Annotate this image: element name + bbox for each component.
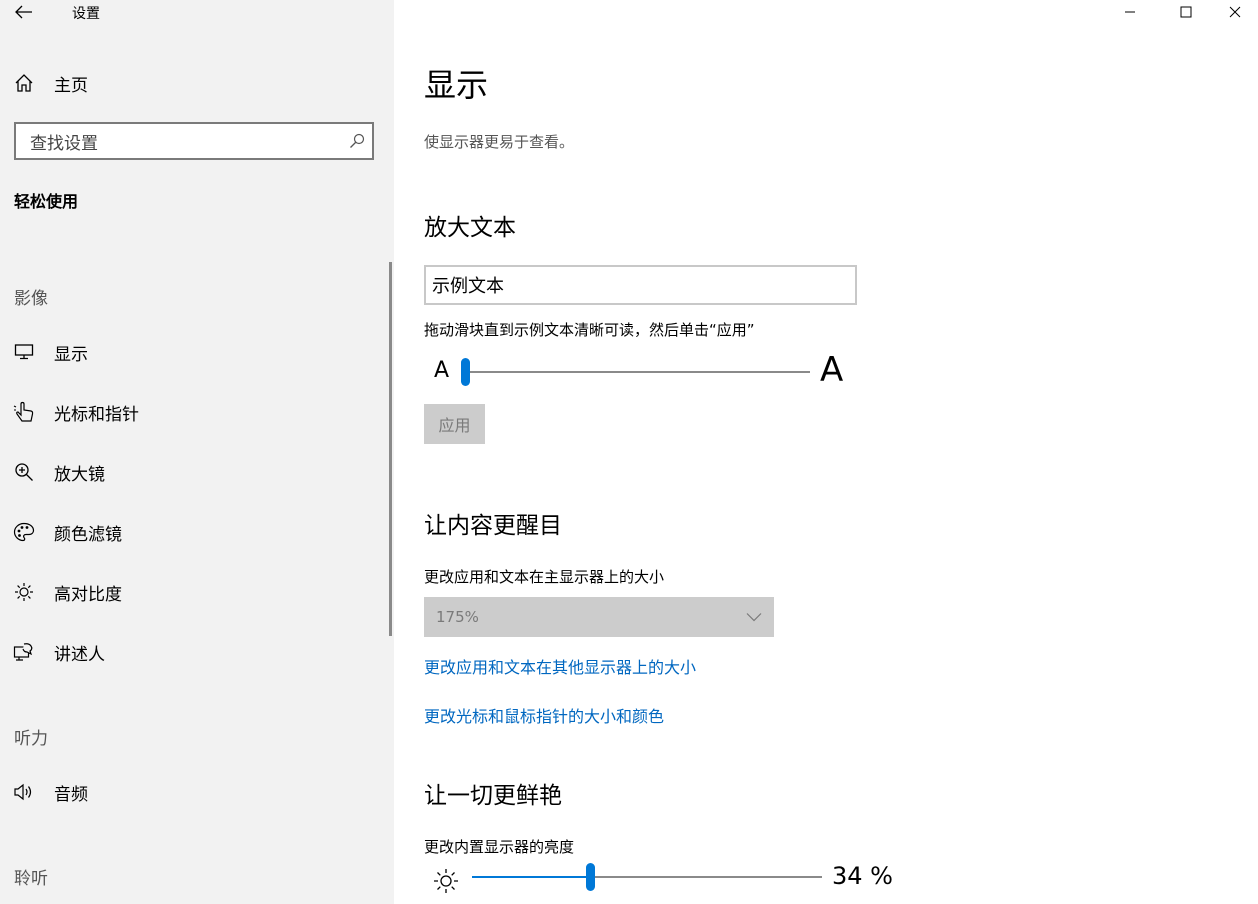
section-title-brighter: 让一切更鲜艳 bbox=[424, 783, 562, 809]
magnifier-icon bbox=[12, 460, 36, 484]
brightness-sun-icon bbox=[434, 869, 458, 893]
search-icon[interactable] bbox=[342, 126, 372, 156]
sun-icon bbox=[12, 580, 36, 604]
category-title: 轻松使用 bbox=[14, 192, 79, 211]
slider-max-label: A bbox=[820, 350, 844, 390]
text-size-slider-track[interactable] bbox=[464, 371, 810, 373]
brightness-slider-fill[interactable] bbox=[472, 876, 591, 878]
sidebar-item-label: 光标和指针 bbox=[54, 404, 139, 425]
back-arrow-icon bbox=[15, 5, 32, 19]
slider-min-label: A bbox=[434, 358, 450, 383]
sidebar-item-audio[interactable]: 音频 bbox=[12, 777, 382, 807]
sidebar-item-color-filters[interactable]: 颜色滤镜 bbox=[12, 517, 382, 547]
home-label: 主页 bbox=[54, 75, 88, 96]
brightness-value: 34 % bbox=[832, 862, 893, 890]
sidebar-item-high-contrast[interactable]: 高对比度 bbox=[12, 577, 382, 607]
sidebar-item-label: 显示 bbox=[54, 344, 88, 365]
sidebar: 设置 主页 查找设置 轻松使用 影像 显示 光标和指针 放大镜 颜色滤镜 高对比… bbox=[0, 0, 394, 904]
app-title: 设置 bbox=[72, 6, 100, 22]
sidebar-item-magnifier[interactable]: 放大镜 bbox=[12, 457, 382, 487]
group-heading-hearing: 听力 bbox=[14, 729, 48, 749]
home-icon bbox=[15, 74, 33, 92]
page-title: 显示 bbox=[424, 66, 489, 104]
link-cursor-size-color[interactable]: 更改光标和鼠标指针的大小和颜色 bbox=[424, 703, 664, 727]
speaker-icon bbox=[12, 780, 36, 804]
sidebar-item-display[interactable]: 显示 bbox=[12, 337, 382, 367]
scale-dropdown[interactable]: 175% bbox=[424, 597, 774, 637]
brightness-slider-track[interactable] bbox=[591, 876, 822, 878]
pointer-icon bbox=[12, 400, 36, 424]
maximize-button[interactable] bbox=[1163, 0, 1209, 24]
sidebar-item-label: 颜色滤镜 bbox=[54, 524, 122, 545]
page-subtitle: 使显示器更易于查看。 bbox=[424, 133, 575, 151]
group-heading-vision: 影像 bbox=[14, 289, 48, 309]
link-other-displays-size[interactable]: 更改应用和文本在其他显示器上的大小 bbox=[424, 654, 696, 678]
maximize-icon bbox=[1180, 6, 1192, 18]
sidebar-item-cursor[interactable]: 光标和指针 bbox=[12, 397, 382, 427]
section-title-bigger-everything: 让内容更醒目 bbox=[424, 513, 562, 539]
minimize-button[interactable] bbox=[1107, 0, 1153, 24]
sidebar-scrollbar[interactable] bbox=[389, 262, 392, 636]
section-title-bigger-text: 放大文本 bbox=[424, 215, 516, 241]
close-button[interactable] bbox=[1212, 0, 1258, 24]
palette-icon bbox=[12, 520, 36, 544]
sidebar-item-label: 高对比度 bbox=[54, 584, 122, 605]
close-icon bbox=[1229, 6, 1241, 18]
text-size-hint: 拖动滑块直到示例文本清晰可读，然后单击“应用” bbox=[424, 321, 755, 339]
scale-dropdown-value: 175% bbox=[436, 608, 479, 626]
sample-text-box: 示例文本 bbox=[424, 265, 857, 305]
text-size-slider-thumb[interactable] bbox=[461, 358, 470, 386]
back-button[interactable] bbox=[10, 0, 38, 24]
sidebar-item-label: 音频 bbox=[54, 784, 88, 805]
search-placeholder: 查找设置 bbox=[30, 133, 98, 154]
narrator-icon bbox=[12, 640, 36, 664]
scale-label: 更改应用和文本在主显示器上的大小 bbox=[424, 568, 665, 586]
brightness-slider-thumb[interactable] bbox=[586, 863, 595, 891]
sidebar-item-narrator[interactable]: 讲述人 bbox=[12, 637, 382, 667]
monitor-icon bbox=[12, 340, 36, 364]
brightness-label: 更改内置显示器的亮度 bbox=[424, 838, 575, 856]
minimize-icon bbox=[1125, 11, 1135, 13]
chevron-down-icon bbox=[746, 613, 762, 622]
group-heading-interaction: 聆听 bbox=[14, 869, 48, 889]
sidebar-item-label: 放大镜 bbox=[54, 464, 105, 485]
search-input[interactable]: 查找设置 bbox=[14, 122, 374, 160]
sidebar-item-home[interactable]: 主页 bbox=[14, 70, 374, 96]
apply-button[interactable]: 应用 bbox=[424, 404, 485, 444]
sidebar-item-label: 讲述人 bbox=[54, 644, 105, 665]
